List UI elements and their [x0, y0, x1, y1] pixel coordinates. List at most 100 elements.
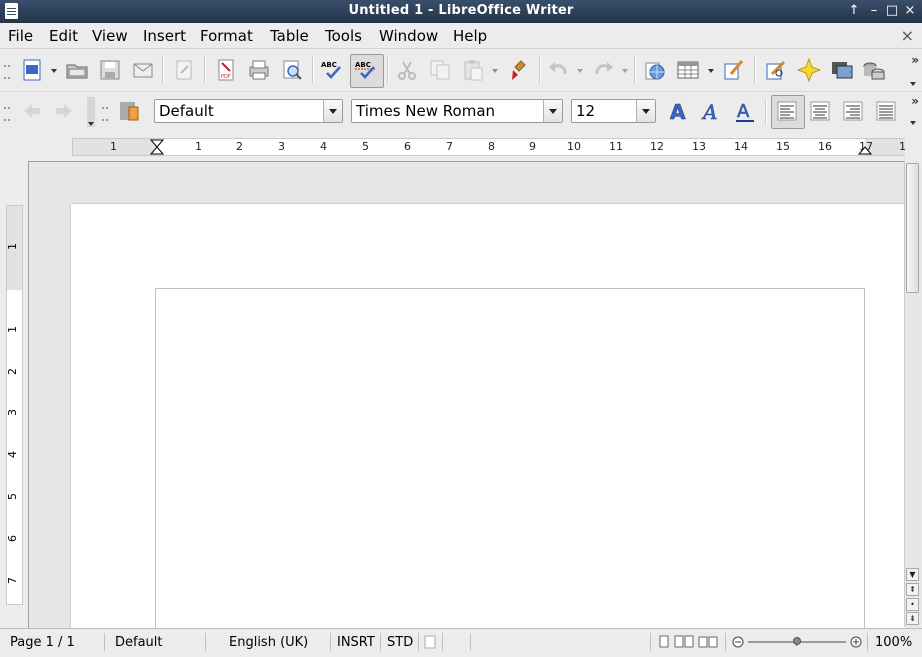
ruler-number: 1	[110, 140, 117, 153]
toolbar-options-dropdown[interactable]	[910, 82, 916, 86]
menu-edit[interactable]: Edit	[49, 27, 78, 45]
minimize-button[interactable]: –	[866, 3, 882, 19]
print-icon[interactable]	[247, 58, 271, 82]
align-center-icon[interactable]	[808, 99, 832, 123]
zoom-out-icon[interactable]	[732, 636, 744, 648]
insert-mode[interactable]: INSRT	[337, 635, 375, 650]
bold-icon[interactable]: A	[667, 99, 691, 123]
copy-icon[interactable]	[428, 58, 452, 82]
redo-dropdown[interactable]	[622, 69, 628, 73]
undo-icon[interactable]	[546, 58, 570, 82]
new-document-icon[interactable]	[20, 58, 44, 82]
hyperlink-icon[interactable]	[643, 58, 667, 82]
justify-icon[interactable]	[874, 99, 898, 123]
toolbar-separator	[634, 57, 635, 83]
zoom-slider[interactable]	[748, 637, 846, 646]
menu-window[interactable]: Window	[379, 27, 438, 45]
menu-table[interactable]: Table	[270, 27, 309, 45]
right-indent-marker[interactable]	[858, 139, 872, 155]
table-icon[interactable]	[676, 58, 700, 82]
print-preview-icon[interactable]	[280, 58, 304, 82]
previous-page-icon[interactable]: ⇞	[906, 583, 919, 596]
email-icon[interactable]	[131, 58, 155, 82]
left-indent-marker[interactable]	[150, 139, 164, 155]
zoom-slider-thumb[interactable]	[793, 637, 801, 645]
vertical-scrollbar[interactable]: ▼ ⇞ • ⇟	[904, 161, 921, 627]
toolbar-handle-dropdown[interactable]	[88, 122, 94, 126]
ruler-bar: 1 1 2 3 4 5 6 7 8 9 10 11 12 13 14 15 16…	[0, 133, 922, 161]
font-size-combo[interactable]: 12	[571, 99, 656, 123]
undo-dropdown[interactable]	[577, 69, 583, 73]
svg-text:ABC: ABC	[321, 61, 337, 69]
vertical-ruler[interactable]: 1 1 2 3 4 5 6 7	[6, 205, 23, 605]
menu-format[interactable]: Format	[200, 27, 253, 45]
maximize-up-icon[interactable]: ↑	[846, 3, 862, 19]
paste-icon[interactable]	[461, 58, 485, 82]
svg-text:A: A	[670, 100, 686, 123]
save-icon[interactable]	[98, 58, 122, 82]
new-document-dropdown[interactable]	[51, 69, 57, 73]
data-sources-icon[interactable]	[862, 58, 886, 82]
toolbar-overflow-icon[interactable]: »	[911, 94, 919, 108]
clone-formatting-icon[interactable]	[508, 58, 532, 82]
document-modified-icon[interactable]	[424, 635, 436, 649]
page-indicator[interactable]: Page 1 / 1	[10, 635, 75, 650]
ruler-number: 5	[6, 493, 19, 500]
toolbar-grip[interactable]	[102, 107, 108, 121]
navigation-icon[interactable]: •	[906, 598, 919, 611]
draw-functions-icon[interactable]	[722, 58, 746, 82]
paste-dropdown[interactable]	[492, 69, 498, 73]
menu-view[interactable]: View	[92, 27, 128, 45]
underline-icon[interactable]: A	[733, 99, 757, 123]
toolbar-grip[interactable]	[4, 65, 10, 79]
document-area[interactable]	[28, 161, 905, 628]
open-folder-icon[interactable]	[65, 58, 89, 82]
export-pdf-icon[interactable]: PDF	[214, 58, 238, 82]
status-separator	[442, 633, 443, 651]
book-view-icon[interactable]	[698, 635, 718, 649]
align-right-icon[interactable]	[841, 99, 865, 123]
horizontal-ruler[interactable]: 1 1 2 3 4 5 6 7 8 9 10 11 12 13 14 15 16…	[72, 138, 906, 156]
redo-icon[interactable]	[592, 58, 616, 82]
cut-icon[interactable]	[395, 58, 419, 82]
zoom-percentage[interactable]: 100%	[875, 635, 912, 650]
toolbar-grip[interactable]	[4, 107, 10, 121]
back-arrow-icon[interactable]	[20, 99, 44, 123]
scroll-down-icon[interactable]: ▼	[906, 568, 919, 581]
menu-file[interactable]: File	[8, 27, 33, 45]
selection-mode[interactable]: STD	[387, 635, 413, 650]
next-page-icon[interactable]: ⇟	[906, 612, 919, 625]
menu-help[interactable]: Help	[453, 27, 487, 45]
menu-insert[interactable]: Insert	[143, 27, 186, 45]
edit-mode-icon[interactable]	[172, 58, 196, 82]
menu-tools[interactable]: Tools	[325, 27, 362, 45]
auto-spellcheck-icon[interactable]: ABC	[354, 58, 378, 82]
styles-formatting-icon[interactable]	[117, 99, 141, 123]
spellcheck-icon[interactable]: ABC	[320, 58, 344, 82]
align-left-icon[interactable]	[775, 99, 799, 123]
navigator-icon[interactable]	[797, 58, 821, 82]
page-style[interactable]: Default	[115, 635, 163, 650]
multi-page-view-icon[interactable]	[674, 635, 694, 649]
toolbar-options-dropdown[interactable]	[910, 121, 916, 125]
scrollbar-thumb[interactable]	[906, 163, 919, 293]
italic-icon[interactable]: A	[700, 99, 724, 123]
paragraph-style-combo[interactable]: Default	[154, 99, 343, 123]
gallery-icon[interactable]	[830, 58, 854, 82]
close-window-button[interactable]: ×	[902, 3, 918, 19]
document-page[interactable]	[71, 204, 905, 628]
zoom-in-icon[interactable]	[850, 636, 862, 648]
chevron-down-icon[interactable]	[323, 100, 342, 122]
text-boundary[interactable]	[155, 288, 865, 628]
close-document-icon[interactable]: ×	[901, 26, 914, 45]
chevron-down-icon[interactable]	[636, 100, 655, 122]
maximize-button[interactable]: □	[884, 3, 900, 19]
toolbar-overflow-icon[interactable]: »	[911, 53, 919, 67]
forward-arrow-icon[interactable]	[52, 99, 76, 123]
table-dropdown[interactable]	[708, 69, 714, 73]
chevron-down-icon[interactable]	[543, 100, 562, 122]
font-name-combo[interactable]: Times New Roman	[351, 99, 563, 123]
single-page-view-icon[interactable]	[658, 635, 670, 649]
find-replace-icon[interactable]	[764, 58, 788, 82]
language-status[interactable]: English (UK)	[229, 635, 308, 650]
